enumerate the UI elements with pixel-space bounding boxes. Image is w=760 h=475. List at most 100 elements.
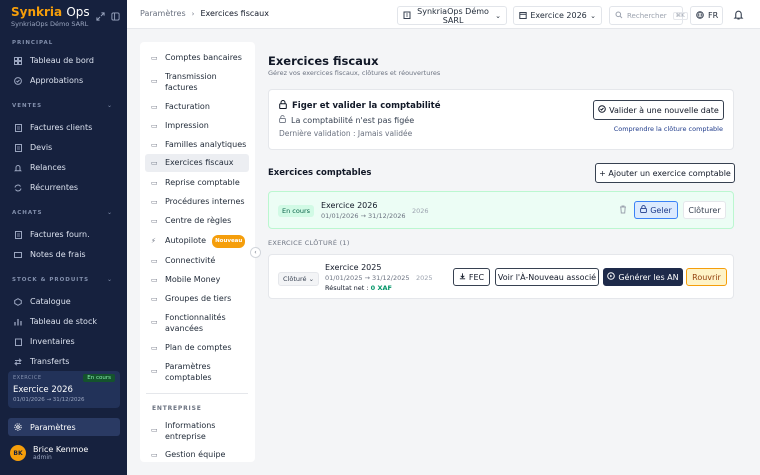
status-badge: En cours	[83, 374, 115, 382]
generate-an-button[interactable]: Générer les AN	[603, 268, 683, 286]
settings-item-connectivite[interactable]: ▭ Connectivité	[145, 256, 249, 267]
settings-item-autopilote[interactable]: ⚡ Autopilote Nouveau	[145, 235, 249, 248]
view-an-button[interactable]: Voir l'À-Nouveau associé	[495, 268, 599, 286]
chevron-down-icon: ⌄	[495, 11, 501, 20]
add-exercise-button[interactable]: + Ajouter un exercice comptable	[595, 163, 735, 183]
team-icon: ▭	[151, 451, 158, 459]
exercises-heading: Exercices comptables	[268, 168, 372, 178]
sidebar-item-factures-fourn[interactable]: Factures fourn.	[8, 226, 120, 243]
check-circle-icon	[598, 105, 606, 115]
user-profile[interactable]: BK Brice Kenmoe admin	[10, 445, 88, 461]
settings-item-label: Transmission factures	[165, 72, 217, 92]
fec-button[interactable]: FEC	[453, 268, 490, 286]
search-input[interactable]: Rechercher ⌘K	[609, 6, 688, 25]
sidebar-item-devis[interactable]: Devis	[8, 139, 120, 156]
expand-icon[interactable]	[96, 12, 105, 21]
divider	[146, 393, 248, 394]
tag-icon: ▭	[151, 141, 158, 149]
freeze-button[interactable]: Geler	[634, 201, 678, 219]
sidebar-item-factures-clients[interactable]: Factures clients	[8, 119, 120, 136]
settings-item-familles-analytiques[interactable]: ▭ Familles analytiques	[145, 140, 249, 151]
settings-item-label: Fonctionnalités avancées	[165, 313, 226, 333]
file-icon: ▭	[151, 103, 158, 111]
settings-item-transmission-factures[interactable]: ▭ Transmission factures	[145, 72, 249, 93]
breadcrumb-root[interactable]: Paramètres	[140, 9, 186, 18]
sidebar-item-notes-de-frais[interactable]: Notes de frais	[8, 246, 120, 263]
arrows-icon	[12, 357, 24, 366]
settings-item-groupes-de-tiers[interactable]: ▭ Groupes de tiers	[145, 294, 249, 305]
sidebar-item-relances[interactable]: Relances	[8, 159, 120, 176]
book-icon: ▭	[151, 344, 158, 352]
sidebar-item-transferts[interactable]: Transferts	[8, 353, 120, 370]
breadcrumb-current: Exercices fiscaux	[200, 9, 269, 18]
sidebar-item-label: Factures clients	[30, 123, 93, 132]
settings-item-parametres-comptables[interactable]: ▭ Paramètres comptables	[145, 362, 249, 383]
sidebar-item-tableau-de-bord[interactable]: Tableau de bord	[8, 52, 120, 69]
settings-item-label: Centre de règles	[165, 216, 232, 225]
lock-icon	[279, 100, 287, 111]
list-icon: ▭	[151, 198, 158, 206]
settings-nav: ▭ Comptes bancaires ▭ Transmission facture…	[140, 42, 255, 462]
chevron-down-icon[interactable]: ⌄	[107, 209, 112, 216]
current-exercise-card[interactable]: EXERCICE En cours Exercice 2026 01/01/20…	[8, 371, 120, 408]
building-icon: ▭	[151, 426, 158, 434]
bell-icon[interactable]	[733, 9, 744, 22]
sidebar-item-label: Factures fourn.	[30, 230, 90, 239]
sidebar-item-label: Tableau de bord	[30, 56, 94, 65]
clipboard-icon	[12, 338, 24, 346]
company-selector[interactable]: SynkriaOps Démo SARL ⌄	[397, 6, 507, 25]
gear-icon	[12, 423, 24, 431]
bar-chart-icon	[12, 318, 24, 326]
sidebar-item-recurrentes[interactable]: Récurrentes	[8, 179, 120, 196]
lock-icon	[640, 205, 648, 215]
validate-new-date-button[interactable]: Valider à une nouvelle date	[593, 100, 724, 120]
settings-item-comptes-bancaires[interactable]: ▭ Comptes bancaires	[145, 53, 249, 64]
status-badge[interactable]: Clôturé ⌄	[278, 272, 320, 286]
sidebar-item-approbations[interactable]: Approbations	[8, 72, 120, 89]
reopen-button[interactable]: Rouvrir	[686, 268, 727, 286]
collapse-toggle[interactable]: ‹	[250, 247, 261, 258]
import-icon: ▭	[151, 179, 158, 187]
exercise-dates: 01/01/2025 → 31/12/2025	[325, 274, 410, 282]
globe-icon	[696, 10, 704, 21]
settings-item-facturation[interactable]: ▭ Facturation	[145, 102, 249, 113]
sidebar-item-catalogue[interactable]: Catalogue	[8, 293, 120, 310]
settings-item-procedures-internes[interactable]: ▭ Procédures internes	[145, 197, 249, 208]
settings-item-centre-de-regles[interactable]: ▭ Centre de règles	[145, 216, 249, 227]
settings-item-label: Connectivité	[165, 256, 216, 265]
settings-item-label: Familles analytiques	[165, 140, 247, 149]
repeat-icon	[12, 184, 24, 192]
box-icon	[12, 297, 24, 306]
exercise-name: Exercice 2025	[325, 263, 382, 272]
settings-item-reprise-comptable[interactable]: ▭ Reprise comptable	[145, 178, 249, 189]
section-ventes: VENTES	[12, 103, 43, 109]
topbar: Paramètres › Exercices fiscaux SynkriaOp…	[127, 0, 760, 29]
chevron-down-icon[interactable]: ⌄	[107, 276, 112, 283]
settings-item-plan-de-comptes[interactable]: ▭ Plan de comptes	[145, 343, 249, 354]
settings-item-label: Plan de comptes	[165, 343, 232, 352]
trash-icon[interactable]	[619, 205, 627, 216]
language-selector[interactable]: FR	[690, 6, 723, 25]
section-principal: PRINCIPAL	[12, 40, 54, 46]
close-exercise-button[interactable]: Clôturer	[683, 201, 726, 219]
sidebar-toggle-icon[interactable]	[111, 12, 120, 21]
app-logo[interactable]: Synkria Ops	[11, 5, 90, 19]
settings-item-mobile-money[interactable]: ▭ Mobile Money	[145, 275, 249, 286]
settings-item-impression[interactable]: ▭ Impression	[145, 121, 249, 132]
settings-item-label: Gestion équipe	[165, 450, 226, 459]
chevron-down-icon[interactable]: ⌄	[107, 102, 112, 109]
closing-help-link[interactable]: Comprendre la clôture comptable	[614, 125, 723, 133]
settings-item-gestion-equipe[interactable]: ▭ Gestion équipe	[145, 450, 249, 461]
exercise-selector[interactable]: Exercice 2026 ⌄	[513, 6, 602, 25]
sidebar-item-tableau-de-stock[interactable]: Tableau de stock	[8, 313, 120, 330]
settings-item-exercices-fiscaux[interactable]: ▭ Exercices fiscaux	[145, 154, 249, 172]
sidebar-item-inventaires[interactable]: Inventaires	[8, 333, 120, 350]
company-selector-label: SynkriaOps Démo SARL	[417, 6, 489, 25]
settings-item-informations-entreprise[interactable]: ▭ Informations entreprise	[145, 421, 249, 442]
freeze-title: Figer et valider la comptabilité	[292, 100, 441, 111]
exercise-year: 2025	[416, 274, 433, 282]
fec-button-label: FEC	[468, 272, 485, 282]
sidebar-item-parametres[interactable]: Paramètres	[8, 418, 120, 436]
net-result-value: 0 XAF	[370, 284, 392, 292]
settings-item-fonctionnalites-avancees[interactable]: ▭ Fonctionnalités avancées	[145, 313, 249, 334]
